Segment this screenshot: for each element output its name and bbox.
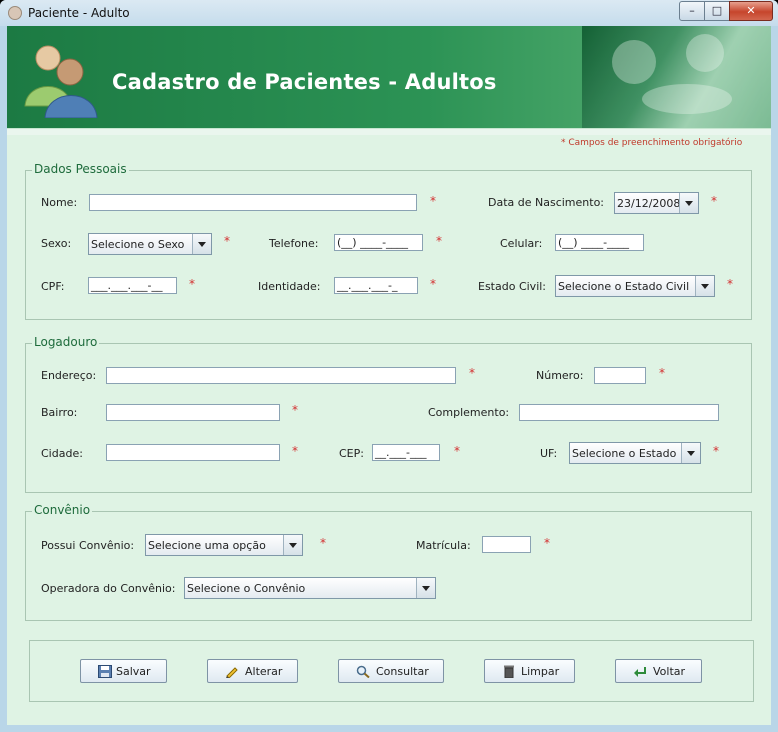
- cidade-input[interactable]: [106, 444, 280, 461]
- estado-civil-value: Selecione o Estado Civil: [558, 280, 690, 293]
- maximize-button[interactable]: □: [704, 1, 730, 21]
- telefone-input[interactable]: (__) ____-____: [334, 234, 423, 251]
- data-nascimento-required-mark: *: [711, 194, 717, 208]
- return-arrow-icon: [634, 667, 646, 677]
- identidade-required-mark: *: [430, 277, 436, 291]
- floppy-disk-icon: [98, 665, 112, 678]
- uf-required-mark: *: [713, 444, 719, 458]
- cep-required-mark: *: [454, 444, 460, 458]
- chevron-down-icon[interactable]: [192, 234, 211, 254]
- matricula-label: Matrícula:: [416, 539, 471, 552]
- celular-label: Celular:: [500, 237, 543, 250]
- data-nascimento-label: Data de Nascimento:: [488, 196, 605, 209]
- minimize-icon: –: [689, 4, 695, 17]
- logradouro-legend: Logadouro: [32, 335, 100, 349]
- numero-input[interactable]: [594, 367, 646, 384]
- banner-divider: [7, 128, 771, 135]
- limpar-button[interactable]: Limpar: [484, 659, 575, 683]
- data-nascimento-picker[interactable]: 23/12/2008: [614, 192, 699, 214]
- numero-label: Número:: [536, 369, 584, 382]
- voltar-label: Voltar: [653, 665, 686, 678]
- sexo-label: Sexo:: [41, 237, 72, 250]
- nome-label: Nome:: [41, 196, 78, 209]
- salvar-label: Salvar: [116, 665, 151, 678]
- banner-title: Cadastro de Pacientes - Adultos: [112, 70, 497, 94]
- nome-required-mark: *: [430, 194, 436, 208]
- minimize-button[interactable]: –: [679, 1, 705, 21]
- sexo-required-mark: *: [224, 234, 230, 248]
- telefone-required-mark: *: [436, 234, 442, 248]
- possui-convenio-required-mark: *: [320, 536, 326, 550]
- chevron-down-icon[interactable]: [416, 578, 435, 598]
- uf-value: Selecione o Estado: [572, 447, 677, 460]
- sexo-select[interactable]: Selecione o Sexo: [88, 233, 212, 255]
- chevron-down-icon[interactable]: [679, 193, 698, 213]
- voltar-button[interactable]: Voltar: [615, 659, 702, 683]
- telefone-label: Telefone:: [269, 237, 319, 250]
- chevron-down-icon[interactable]: [283, 535, 302, 555]
- matricula-input[interactable]: [482, 536, 531, 553]
- sexo-value: Selecione o Sexo: [91, 238, 185, 251]
- endereco-input[interactable]: [106, 367, 456, 384]
- endereco-required-mark: *: [469, 366, 475, 380]
- complemento-input[interactable]: [519, 404, 719, 421]
- matricula-required-mark: *: [544, 536, 550, 550]
- estado-civil-required-mark: *: [727, 277, 733, 291]
- endereco-label: Endereço:: [41, 369, 97, 382]
- operadora-select[interactable]: Selecione o Convênio: [184, 577, 436, 599]
- banner-photo: [582, 26, 771, 128]
- limpar-label: Limpar: [521, 665, 560, 678]
- form-client-area: Cadastro de Pacientes - Adultos * Campos…: [7, 26, 771, 725]
- cidade-required-mark: *: [292, 444, 298, 458]
- cpf-required-mark: *: [189, 277, 195, 291]
- data-nascimento-value: 23/12/2008: [617, 197, 681, 210]
- title-bar[interactable]: Paciente - Adulto – □ ✕: [0, 0, 778, 26]
- pencil-icon: [226, 667, 238, 678]
- window-title: Paciente - Adulto: [28, 6, 130, 20]
- alterar-button[interactable]: Alterar: [207, 659, 298, 683]
- patients-people-icon: [24, 45, 98, 118]
- dados-pessoais-legend: Dados Pessoais: [32, 162, 129, 176]
- salvar-button[interactable]: Salvar: [80, 659, 167, 683]
- operadora-value: Selecione o Convênio: [187, 582, 306, 595]
- nome-input[interactable]: [89, 194, 417, 211]
- cidade-label: Cidade:: [41, 447, 83, 460]
- chevron-down-icon[interactable]: [681, 443, 700, 463]
- identidade-label: Identidade:: [258, 280, 321, 293]
- chevron-down-icon[interactable]: [695, 276, 714, 296]
- cep-input[interactable]: __.___-___: [372, 444, 440, 461]
- estado-civil-select[interactable]: Selecione o Estado Civil: [555, 275, 715, 297]
- required-fields-note: * Campos de preenchimento obrigatório: [561, 138, 743, 148]
- close-icon: ✕: [746, 4, 756, 17]
- identidade-input[interactable]: __.___.___-_: [334, 277, 418, 294]
- possui-convenio-label: Possui Convênio:: [41, 539, 135, 552]
- uf-select[interactable]: Selecione o Estado: [569, 442, 701, 464]
- bairro-input[interactable]: [106, 404, 280, 421]
- uf-label: UF:: [540, 447, 558, 460]
- celular-input[interactable]: (__) ____-____: [555, 234, 644, 251]
- maximize-icon: □: [711, 4, 723, 17]
- operadora-label: Operadora do Convênio:: [41, 582, 176, 595]
- numero-required-mark: *: [659, 366, 665, 380]
- close-button[interactable]: ✕: [729, 1, 773, 21]
- convenio-group: Convênio: [25, 503, 752, 621]
- cpf-label: CPF:: [41, 280, 65, 293]
- header-banner: Cadastro de Pacientes - Adultos: [7, 26, 771, 128]
- cpf-input[interactable]: ___.___.___-__: [88, 277, 177, 294]
- possui-convenio-value: Selecione uma opção: [148, 539, 266, 552]
- bairro-label: Bairro:: [41, 406, 78, 419]
- magnifier-icon: [356, 665, 370, 678]
- trash-bin-icon: [504, 665, 514, 678]
- convenio-legend: Convênio: [32, 503, 93, 517]
- consultar-button[interactable]: Consultar: [338, 659, 444, 683]
- app-icon: [8, 6, 22, 20]
- consultar-label: Consultar: [376, 665, 429, 678]
- cep-label: CEP:: [339, 447, 364, 460]
- estado-civil-label: Estado Civil:: [478, 280, 547, 293]
- possui-convenio-select[interactable]: Selecione uma opção: [145, 534, 303, 556]
- alterar-label: Alterar: [245, 665, 283, 678]
- bairro-required-mark: *: [292, 403, 298, 417]
- app-window: Paciente - Adulto – □ ✕ Cadastro de Paci…: [0, 0, 778, 732]
- complemento-label: Complemento:: [428, 406, 510, 419]
